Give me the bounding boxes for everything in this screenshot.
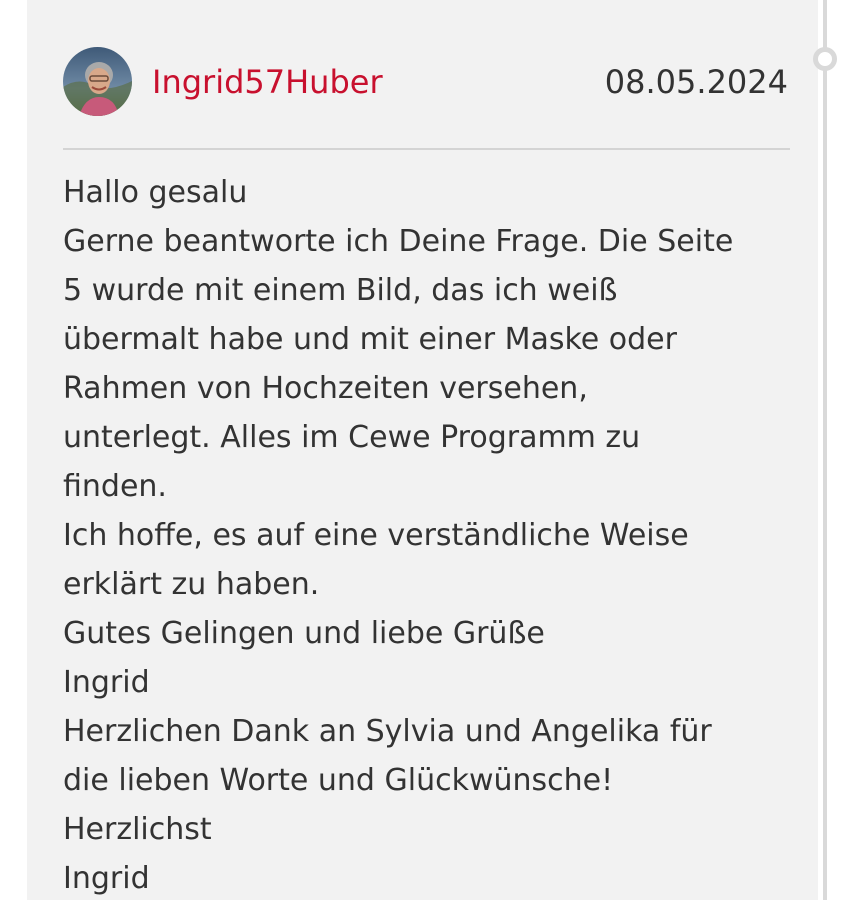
body-line: übermalt habe und mit einer Maske oder [63,322,677,357]
body-line: 5 wurde mit einem Bild, das ich weiß [63,273,618,308]
comment-body: Hallo gesalu Gerne beantworte ich Deine … [63,168,803,903]
body-line: Herzlichst [63,812,212,847]
body-line: Ingrid [63,665,150,700]
body-line: erklärt zu haben. [63,567,320,602]
body-line: Ingrid [63,861,150,896]
body-line: Hallo gesalu [63,175,248,210]
body-line: Gutes Gelingen und liebe Grüße [63,616,545,651]
body-line: finden. [63,469,167,504]
header-divider [63,148,790,150]
avatar[interactable] [63,47,132,116]
author-link[interactable]: Ingrid57Huber [152,62,383,102]
post-date: 08.05.2024 [604,63,788,101]
body-line: unterlegt. Alles im Cewe Programm zu [63,420,641,455]
body-line: Ich hoffe, es auf eine verständliche Wei… [63,518,689,553]
avatar-photo [63,47,132,116]
body-line: Rahmen von Hochzeiten versehen, [63,371,588,406]
body-line: Gerne beantworte ich Deine Frage. Die Se… [63,224,734,259]
body-line: die lieben Worte und Glückwünsche! [63,763,614,798]
body-line: Herzlichen Dank an Sylvia und Angelika f… [63,714,712,749]
timeline-rail [823,0,827,900]
timeline-dot-icon [813,47,837,71]
